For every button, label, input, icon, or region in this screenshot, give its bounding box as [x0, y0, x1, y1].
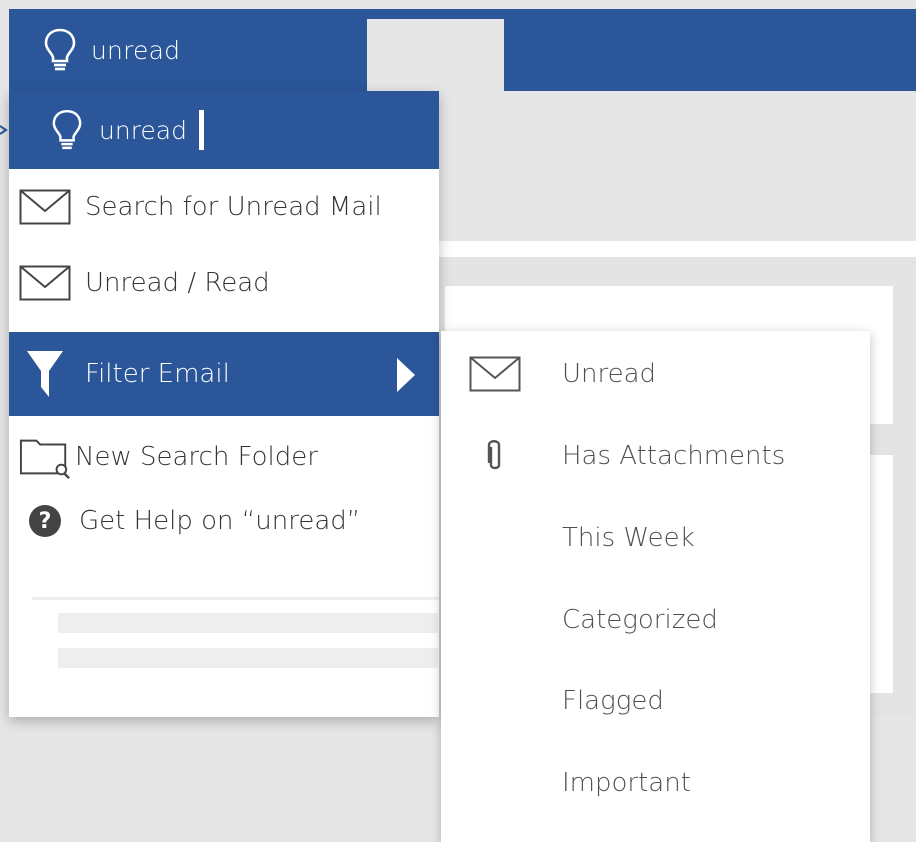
menu-item-new-search-folder[interactable]: New Search Folder [9, 417, 439, 497]
submenu-item-label: Has Attachments [562, 441, 786, 471]
help-icon: ? [19, 505, 71, 537]
chevron-right-icon [397, 358, 415, 392]
ribbon-tab[interactable] [367, 19, 504, 91]
lightbulb-icon [52, 109, 82, 150]
lightbulb-icon [44, 28, 76, 71]
menu-item-label: New Search Folder [75, 442, 318, 472]
submenu-item-unread[interactable]: Unread [441, 333, 870, 415]
submenu-item-important[interactable]: Important [441, 742, 870, 824]
dropdown-search-text: unread [99, 115, 187, 145]
paperclip-icon [467, 439, 523, 473]
search-folder-icon [19, 434, 71, 480]
submenu-item-label: Categorized [562, 605, 718, 635]
tell-me-text: unread [91, 35, 181, 65]
menu-item-unread-read[interactable]: Unread / Read [9, 245, 439, 321]
submenu-item-label: Flagged [562, 686, 664, 716]
content-area [439, 91, 916, 241]
menu-item-label: Unread / Read [85, 268, 270, 298]
submenu-item-flagged[interactable]: Flagged [441, 660, 870, 742]
mail-icon [19, 265, 71, 301]
submenu-item-has-attachments[interactable]: Has Attachments [441, 415, 870, 497]
menu-item-label: Filter Email [85, 359, 230, 389]
text-cursor [199, 110, 204, 150]
submenu-item-label: This Week [562, 523, 695, 553]
placeholder-line [58, 648, 438, 668]
submenu-item-this-week[interactable]: This Week [441, 497, 870, 579]
placeholder-line [58, 613, 438, 633]
divider [32, 597, 439, 600]
mail-icon [19, 189, 71, 225]
filter-submenu: Unread Has Attachments This Week Categor… [441, 331, 870, 842]
content-divider [439, 241, 916, 257]
menu-item-label: Search for Unread Mail [85, 192, 382, 222]
submenu-item-categorized[interactable]: Categorized [441, 579, 870, 661]
menu-item-label: Get Help on “unread” [79, 506, 361, 536]
dropdown-search-field[interactable]: unread [9, 91, 439, 169]
submenu-item-label: Unread [562, 359, 657, 389]
menu-item-filter-email[interactable]: Filter Email [9, 332, 439, 416]
menu-item-search-unread-mail[interactable]: Search for Unread Mail [9, 169, 439, 245]
mail-icon [467, 356, 523, 392]
menu-item-get-help[interactable]: ? Get Help on “unread” [9, 491, 439, 551]
tell-me-box[interactable]: unread [9, 9, 367, 91]
filter-icon [19, 347, 71, 401]
submenu-item-label: Important [562, 768, 691, 798]
